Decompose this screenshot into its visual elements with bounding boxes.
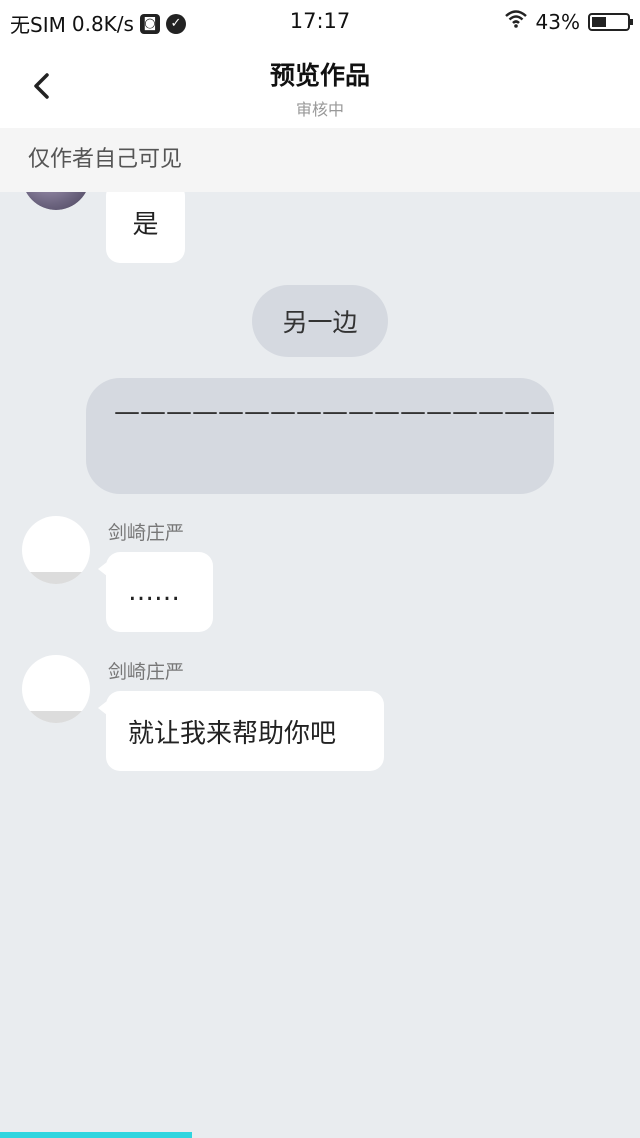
character-avatar[interactable] xyxy=(22,655,90,723)
status-right: 43% xyxy=(504,9,633,34)
aside-pill[interactable]: 另一边 xyxy=(252,285,388,357)
battery-icon xyxy=(588,12,633,31)
bubble-tail xyxy=(98,701,107,715)
character-avatar[interactable] xyxy=(22,516,90,584)
speaker-name: 剑崎庄严 xyxy=(108,661,185,683)
visibility-notice: 仅作者自己可见 xyxy=(0,128,640,192)
aside-box[interactable]: ———————————————————— xyxy=(86,378,554,494)
message-text: 就让我来帮助你吧 xyxy=(128,718,337,749)
avatar-photo xyxy=(22,192,90,210)
page-title: 预览作品 xyxy=(269,61,370,90)
review-status: 审核中 xyxy=(295,100,344,119)
nav-header: 预览作品 审核中 xyxy=(0,44,640,128)
message-bubble[interactable]: …… xyxy=(98,552,213,632)
reading-progress-fill xyxy=(0,1132,192,1138)
battery-level xyxy=(592,16,606,27)
message-text: …… xyxy=(128,577,180,607)
battery-percent: 43% xyxy=(535,9,580,34)
character-avatar[interactable] xyxy=(22,192,90,210)
message-text: 是 xyxy=(132,210,159,240)
wifi-icon xyxy=(504,9,528,34)
message-bubble[interactable]: 是 xyxy=(106,192,185,263)
aside-text: 另一边 xyxy=(282,308,358,337)
message-bubble[interactable]: 就让我来帮助你吧 xyxy=(98,691,384,771)
bubble-tail xyxy=(98,562,107,576)
speaker-name: 剑崎庄严 xyxy=(108,522,185,544)
reading-progress xyxy=(0,1132,640,1138)
chat-area[interactable]: 是 另一边 ———————————————————— 剑崎庄严 …… 剑崎庄严 … xyxy=(0,192,640,1132)
avatar-shade xyxy=(22,572,90,584)
status-bar: 无SIM 0.8K/s ◙ ✓ 17:17 43% xyxy=(0,0,640,44)
story-preview-screen: 无SIM 0.8K/s ◙ ✓ 17:17 43% 预览作品 审核中 仅作者自己… xyxy=(0,0,640,1138)
avatar-shade xyxy=(22,711,90,723)
aside-box-text: ———————————————————— xyxy=(114,397,554,427)
